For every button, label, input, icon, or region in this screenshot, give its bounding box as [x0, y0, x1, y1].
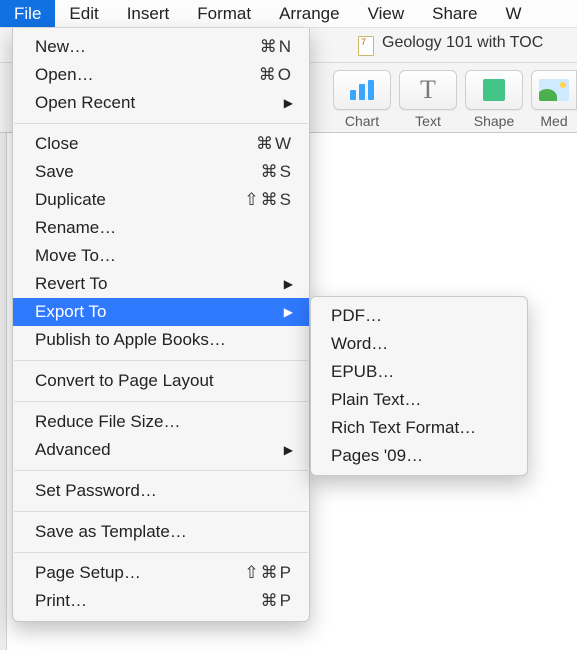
- toolbar-chart-label: Chart: [333, 113, 391, 129]
- menu-view[interactable]: View: [354, 0, 419, 27]
- menu-share[interactable]: Share: [418, 0, 491, 27]
- menu-item-save[interactable]: Save⌘S: [13, 158, 309, 186]
- menu-insert[interactable]: Insert: [113, 0, 184, 27]
- menu-item-new[interactable]: New…⌘N: [13, 33, 309, 61]
- menu-item-shortcut: ⇧⌘P: [233, 563, 293, 583]
- menu-item-rename[interactable]: Rename…: [13, 214, 309, 242]
- menu-item-label: Open Recent: [35, 93, 275, 113]
- menu-item-label: Advanced: [35, 440, 275, 460]
- export-item-word[interactable]: Word…: [311, 330, 527, 358]
- menu-item-label: EPUB…: [331, 362, 511, 382]
- menu-item-label: Open…: [35, 65, 233, 85]
- menu-item-label: Rename…: [35, 218, 293, 238]
- menu-item-shortcut: ⌘S: [233, 162, 293, 182]
- menu-item-save-as-template[interactable]: Save as Template…: [13, 518, 309, 546]
- menu-item-label: Convert to Page Layout: [35, 371, 293, 391]
- menu-item-label: Save: [35, 162, 233, 182]
- submenu-arrow-icon: ▶: [279, 443, 293, 457]
- menu-item-shortcut: ⇧⌘S: [233, 190, 293, 210]
- menu-item-label: Print…: [35, 591, 233, 611]
- submenu-arrow-icon: ▶: [279, 96, 293, 110]
- menu-arrange[interactable]: Arrange: [265, 0, 353, 27]
- media-icon: [539, 79, 569, 101]
- menu-window[interactable]: W: [491, 0, 535, 27]
- menu-item-open[interactable]: Open…⌘O: [13, 61, 309, 89]
- menu-item-reduce-file-size[interactable]: Reduce File Size…: [13, 408, 309, 436]
- menu-item-publish-to-apple-books[interactable]: Publish to Apple Books…: [13, 326, 309, 354]
- toolbar-media-button[interactable]: [531, 70, 577, 110]
- menu-item-convert-to-page-layout[interactable]: Convert to Page Layout: [13, 367, 309, 395]
- menu-item-label: Revert To: [35, 274, 275, 294]
- file-menu-dropdown: New…⌘NOpen…⌘OOpen Recent▶Close⌘WSave⌘SDu…: [12, 28, 310, 622]
- menu-item-label: Reduce File Size…: [35, 412, 293, 432]
- export-item-plain-text[interactable]: Plain Text…: [311, 386, 527, 414]
- menu-separator: [14, 360, 308, 361]
- menu-item-shortcut: ⌘N: [233, 37, 293, 57]
- document-icon: [358, 36, 374, 56]
- menu-item-open-recent[interactable]: Open Recent ▶: [13, 89, 309, 117]
- menu-item-label: New…: [35, 37, 233, 57]
- menu-item-advanced[interactable]: Advanced ▶: [13, 436, 309, 464]
- export-item-rich-text-format[interactable]: Rich Text Format…: [311, 414, 527, 442]
- menu-item-label: Pages '09…: [331, 446, 511, 466]
- menu-item-label: Publish to Apple Books…: [35, 330, 293, 350]
- submenu-arrow-icon: ▶: [279, 277, 293, 291]
- toolbar-shape-label: Shape: [465, 113, 523, 129]
- menu-item-shortcut: ⌘O: [233, 65, 293, 85]
- toolbar-text-label: Text: [399, 113, 457, 129]
- menu-item-label: Page Setup…: [35, 563, 233, 583]
- export-item-pdf[interactable]: PDF…: [311, 302, 527, 330]
- shape-icon: [483, 79, 505, 101]
- menu-item-label: Save as Template…: [35, 522, 293, 542]
- menu-file[interactable]: File: [0, 0, 55, 27]
- menu-item-print[interactable]: Print…⌘P: [13, 587, 309, 615]
- menu-separator: [14, 123, 308, 124]
- menu-item-label: Rich Text Format…: [331, 418, 511, 438]
- menu-item-shortcut: ⌘P: [233, 591, 293, 611]
- menu-edit[interactable]: Edit: [55, 0, 112, 27]
- submenu-arrow-icon: ▶: [279, 305, 293, 319]
- menu-item-duplicate[interactable]: Duplicate⇧⌘S: [13, 186, 309, 214]
- toolbar-media-label: Med: [531, 113, 577, 129]
- export-to-submenu: PDF… Word… EPUB… Plain Text… Rich Text Forma…: [310, 296, 528, 476]
- menu-item-set-password[interactable]: Set Password…: [13, 477, 309, 505]
- menu-item-label: Move To…: [35, 246, 293, 266]
- chart-icon: [350, 80, 374, 100]
- menu-format[interactable]: Format: [183, 0, 265, 27]
- menu-separator: [14, 552, 308, 553]
- menu-item-move-to[interactable]: Move To…: [13, 242, 309, 270]
- menubar: File Edit Insert Format Arrange View Sha…: [0, 0, 577, 28]
- toolbar-text-button[interactable]: T: [399, 70, 457, 110]
- menu-separator: [14, 511, 308, 512]
- menu-item-shortcut: ⌘W: [233, 134, 293, 154]
- export-item-pages-09[interactable]: Pages '09…: [311, 442, 527, 470]
- menu-item-label: Word…: [331, 334, 511, 354]
- document-tab-title[interactable]: Geology 101 with TOC: [382, 34, 543, 52]
- toolbar-chart-button[interactable]: [333, 70, 391, 110]
- menu-item-label: PDF…: [331, 306, 511, 326]
- menu-item-revert-to[interactable]: Revert To ▶: [13, 270, 309, 298]
- menu-item-export-to[interactable]: Export To ▶: [13, 298, 309, 326]
- menu-item-close[interactable]: Close⌘W: [13, 130, 309, 158]
- menu-separator: [14, 401, 308, 402]
- text-icon: T: [420, 77, 436, 103]
- menu-item-label: Duplicate: [35, 190, 233, 210]
- menu-item-page-setup[interactable]: Page Setup…⇧⌘P: [13, 559, 309, 587]
- menu-separator: [14, 470, 308, 471]
- menu-item-label: Close: [35, 134, 233, 154]
- menu-item-label: Plain Text…: [331, 390, 511, 410]
- export-item-epub[interactable]: EPUB…: [311, 358, 527, 386]
- toolbar-shape-button[interactable]: [465, 70, 523, 110]
- menu-item-label: Set Password…: [35, 481, 293, 501]
- menu-item-label: Export To: [35, 302, 275, 322]
- left-gutter: [0, 133, 7, 650]
